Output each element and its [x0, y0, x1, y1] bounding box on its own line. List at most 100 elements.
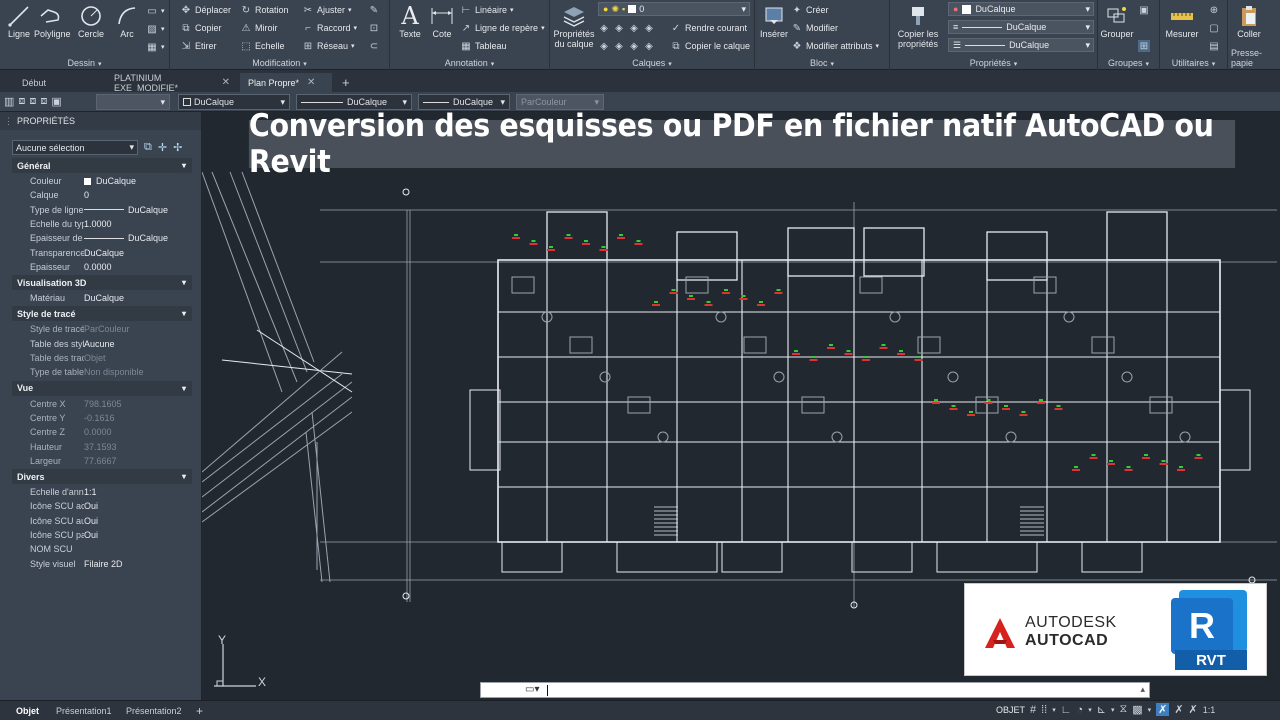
command-line-input[interactable]: ▭▾ ▴: [480, 682, 1150, 698]
tool-cote[interactable]: Cote: [425, 3, 459, 39]
property-row[interactable]: Icône SCU par...Oui: [12, 528, 192, 542]
section-header[interactable]: Visualisation 3D ▾: [12, 275, 192, 291]
polar-icon[interactable]: ◔: [1077, 704, 1084, 716]
pickadd-icon[interactable]: ⧉: [144, 141, 152, 154]
layer-filter-icon[interactable]: ⧈: [40, 95, 47, 108]
tool-rotation[interactable]: ↻ Rotation: [240, 2, 289, 18]
chevron-up-icon[interactable]: ▴: [1140, 684, 1145, 695]
layer-tools-row[interactable]: ◈ ◈ ◈ ◈: [598, 20, 655, 36]
tool-raccord[interactable]: ⌐ Raccord ▾: [302, 20, 357, 36]
tool-coller[interactable]: Coller: [1232, 3, 1266, 39]
tab-plan-propre[interactable]: Plan Propre* ✕: [240, 73, 332, 92]
tool-texte[interactable]: A Texte: [393, 2, 427, 39]
select-window-icon[interactable]: ▣: [51, 95, 61, 108]
property-row[interactable]: Echelle d'anno...1:1: [12, 485, 192, 499]
property-row[interactable]: Epaisseur de li... DuCalque: [12, 231, 192, 245]
tool-cercle[interactable]: Cercle: [74, 3, 108, 39]
tool-ligne[interactable]: Ligne: [2, 3, 36, 39]
color-dropdown[interactable]: ● DuCalque ▾: [948, 2, 1094, 16]
property-row[interactable]: Style visuel Filaire 2D: [12, 557, 192, 571]
property-row[interactable]: Matériau DuCalque: [12, 291, 192, 305]
blank-dropdown[interactable]: ▾: [96, 94, 170, 110]
status-mode[interactable]: OBJET: [996, 705, 1025, 715]
tool-echelle[interactable]: ⬚ Echelle: [240, 38, 284, 54]
annotation-visibility-icon[interactable]: ✗: [1174, 703, 1183, 716]
group-select-tool[interactable]: ⊞: [1138, 38, 1150, 54]
selection-dropdown[interactable]: Aucune sélection ▾: [12, 140, 138, 155]
property-row[interactable]: Centre Y -0.1616: [12, 411, 192, 425]
explode-tool[interactable]: ⊡: [368, 20, 380, 36]
command-history-icon[interactable]: ▭▾: [525, 684, 539, 695]
util-tool[interactable]: ▤: [1208, 38, 1220, 54]
property-row[interactable]: Largeur 77.6667: [12, 454, 192, 468]
close-icon[interactable]: ✕: [307, 77, 315, 88]
scale-value[interactable]: 1:1: [1203, 705, 1216, 715]
property-row[interactable]: Style de tracé ParCouleur: [12, 322, 192, 336]
tab-presentation2[interactable]: Présentation2: [118, 703, 190, 719]
section-header[interactable]: Style de tracé ▾: [12, 306, 192, 322]
select-filter-icon[interactable]: ⧈: [18, 95, 25, 108]
linetype-dropdown[interactable]: ☰ DuCalque ▾: [948, 38, 1094, 52]
tool-copier-proprietes[interactable]: Copier les propriétés: [892, 3, 944, 49]
ortho-icon[interactable]: ∟: [1061, 704, 1072, 716]
rectangle-tool[interactable]: ▭ ▾: [146, 3, 164, 19]
property-row[interactable]: Epaisseur 0.0000: [12, 260, 192, 274]
property-row[interactable]: NOM SCU: [12, 542, 192, 556]
hatch-tool[interactable]: ▨ ▾: [146, 21, 164, 37]
tab-objet[interactable]: Objet: [8, 703, 47, 719]
add-layout-button[interactable]: +: [188, 703, 211, 719]
group-edit-tool[interactable]: ▣: [1138, 2, 1150, 18]
property-row[interactable]: Couleur DuCalque: [12, 174, 192, 188]
tab-platinium[interactable]: PLATINIUM EXE_MODIFIE* ✕: [106, 73, 238, 93]
new-tab-button[interactable]: +: [334, 73, 358, 92]
tool-inserer[interactable]: Insérer: [757, 3, 791, 39]
osnap-icon[interactable]: ⊾: [1097, 703, 1106, 716]
tool-miroir[interactable]: ⚠ Miroir: [240, 20, 278, 36]
section-header[interactable]: Vue ▾: [12, 380, 192, 396]
tool-creer-bloc[interactable]: ✦ Créer: [791, 2, 829, 18]
tool-ajuster[interactable]: ✂ Ajuster ▾: [302, 2, 352, 18]
layer-tools-row[interactable]: ◈ ◈ ◈ ◈: [598, 38, 655, 54]
tool-copier[interactable]: ⧉ Copier: [180, 20, 221, 36]
grip-icon[interactable]: ⋮: [4, 116, 13, 127]
isodraft-icon[interactable]: ⧖: [1119, 703, 1127, 716]
annotation-scale-icon[interactable]: ✗: [1156, 703, 1170, 716]
auto-scale-icon[interactable]: ✗: [1189, 703, 1198, 716]
property-row[interactable]: Table des style...Aucune: [12, 337, 192, 351]
tool-grouper[interactable]: Grouper: [1100, 3, 1134, 39]
tool-arc[interactable]: Arc: [110, 3, 144, 39]
property-row[interactable]: Echelle du typ...1.0000: [12, 217, 192, 231]
tool-rendre-courant[interactable]: ✓ Rendre courant: [670, 20, 747, 36]
section-header[interactable]: Divers ▾: [12, 469, 192, 485]
tool-tableau[interactable]: ▦ Tableau: [460, 38, 506, 54]
tool-copier-calque[interactable]: ⧉ Copier le calque: [670, 38, 750, 54]
section-header[interactable]: Général ▾: [12, 158, 192, 173]
boundary-tool[interactable]: ▦ ▾: [146, 39, 164, 55]
tool-deplacer[interactable]: ✥ Déplacer: [180, 2, 231, 18]
property-row[interactable]: Hauteur 37.1593: [12, 440, 192, 454]
tool-modifier-bloc[interactable]: ✎ Modifier: [791, 20, 838, 36]
property-row[interactable]: Table des tracé...Objet: [12, 351, 192, 365]
util-tool[interactable]: ▢: [1208, 20, 1220, 36]
property-row[interactable]: Type de table...Non disponible: [12, 365, 192, 379]
tool-lineaire[interactable]: ⊢ Linéaire ▾: [460, 2, 514, 18]
property-row[interactable]: Centre Z 0.0000: [12, 425, 192, 439]
property-row[interactable]: Icône SCU au...Oui: [12, 514, 192, 528]
layer-dropdown[interactable]: ● ✺ ▪ 0 ▾: [598, 2, 750, 16]
util-tool[interactable]: ⊕: [1208, 2, 1220, 18]
tab-presentation1[interactable]: Présentation1: [48, 703, 120, 719]
tool-etirer[interactable]: ⇲ Etirer: [180, 38, 217, 54]
tool-mesurer[interactable]: Mesurer: [1164, 3, 1200, 39]
tool-reseau[interactable]: ⊞ Réseau ▾: [302, 38, 355, 54]
tool-modifier-attributs[interactable]: ❖ Modifier attributs ▾: [791, 38, 880, 54]
property-row[interactable]: Calque 0: [12, 188, 192, 202]
property-row[interactable]: Type de ligne DuCalque: [12, 203, 192, 217]
snap-icon[interactable]: ⁞⁞: [1041, 704, 1047, 716]
quick-select-icon[interactable]: ✢: [173, 141, 182, 154]
property-row[interactable]: Centre X 798.1605: [12, 397, 192, 411]
tab-debut[interactable]: Début: [14, 73, 94, 92]
quickprop-icon[interactable]: ▥: [4, 95, 14, 108]
close-icon[interactable]: ✕: [222, 77, 230, 88]
erase-tool[interactable]: ✎: [368, 2, 380, 18]
property-row[interactable]: Transparence DuCalque: [12, 246, 192, 260]
